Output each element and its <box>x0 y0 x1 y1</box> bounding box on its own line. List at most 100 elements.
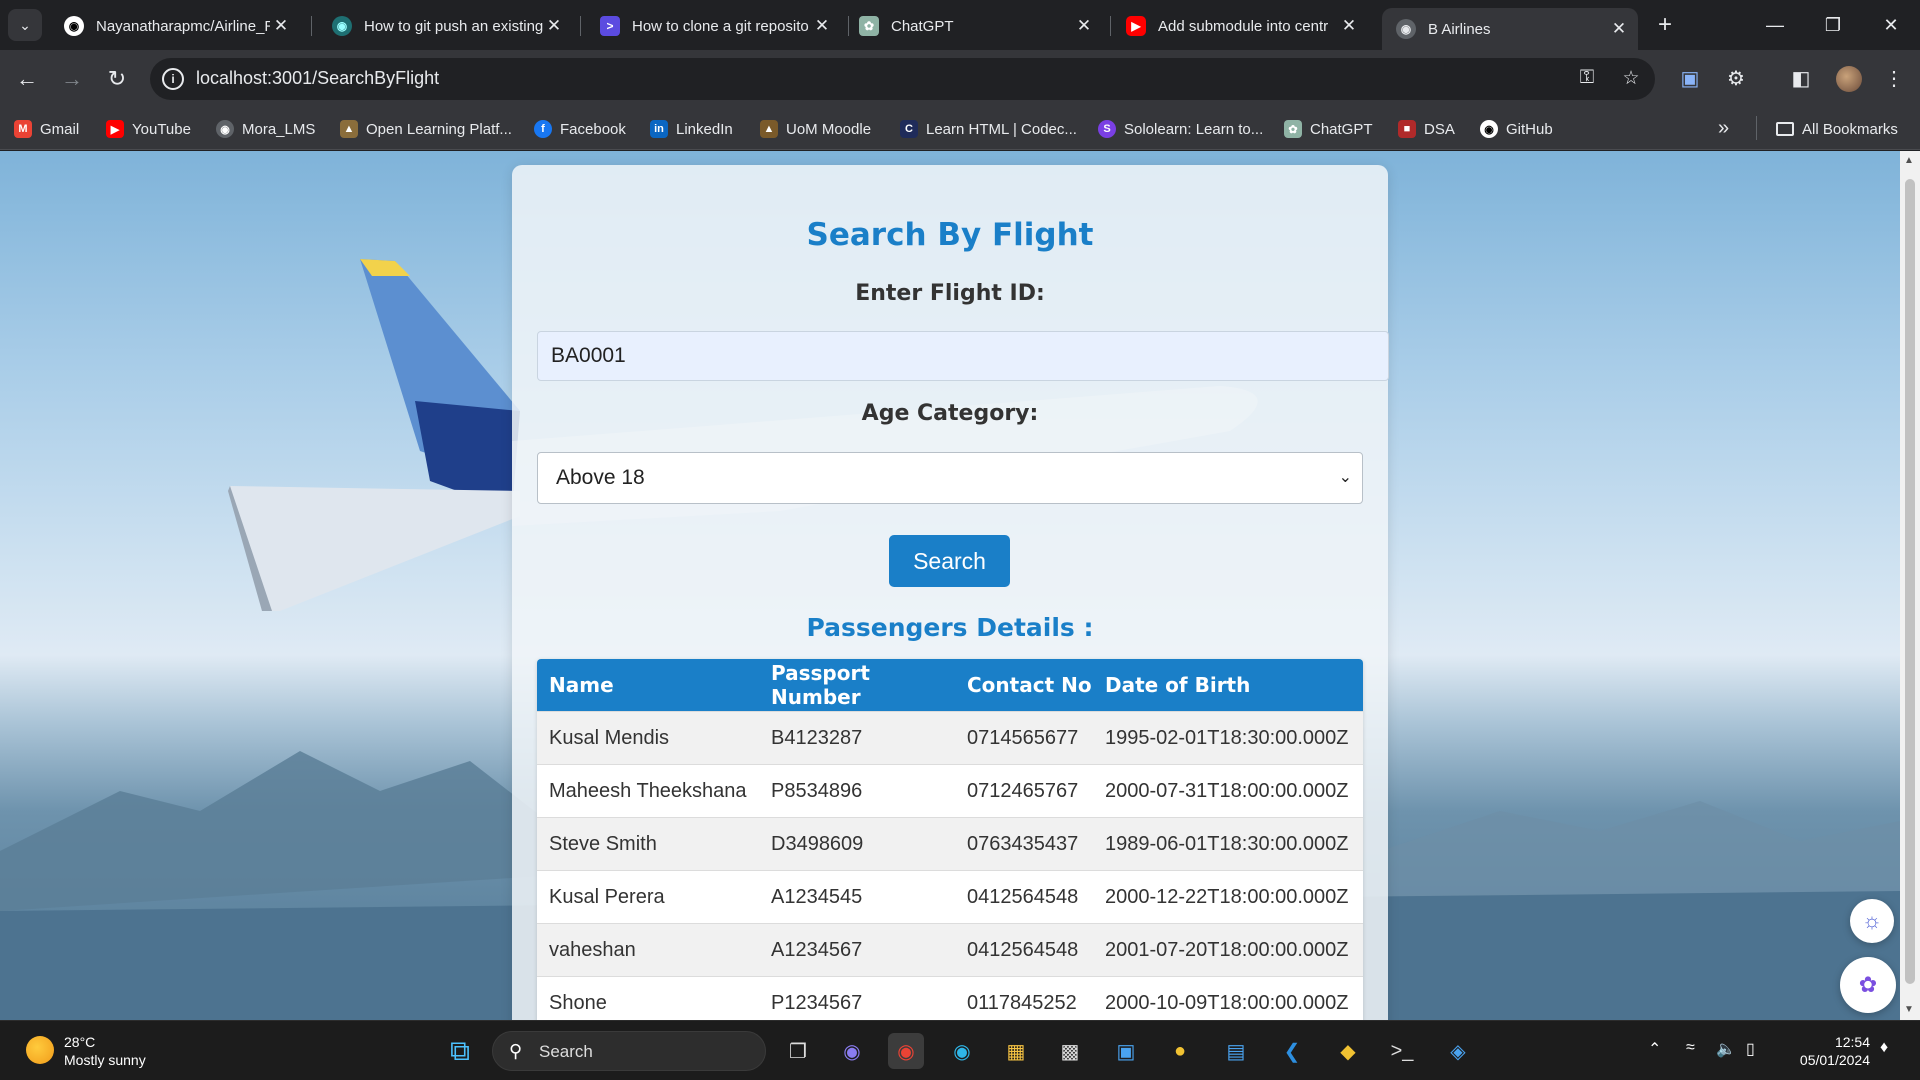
vscode-icon[interactable]: ❮ <box>1274 1033 1310 1069</box>
tab-git-clone[interactable]: > How to clone a git reposito ✕ <box>586 8 841 44</box>
age-category-select[interactable]: Above 18 ⌄ <box>537 452 1363 504</box>
chrome-icon[interactable]: ◉ <box>888 1033 924 1069</box>
page-scrollbar[interactable]: ▲ ▼ <box>1900 151 1920 1020</box>
ai-assistant-icon[interactable]: ✿ <box>1840 957 1896 1013</box>
codecademy-icon: C <box>900 120 918 138</box>
tab-b-airlines[interactable]: ◉ B Airlines ✕ <box>1382 8 1638 50</box>
tab-github[interactable]: ◉ Nayanatharapmc/Airline_R ✕ <box>50 8 300 44</box>
table-row: Kusal Mendis B4123287 0714565677 1995-02… <box>537 711 1363 764</box>
edge-icon[interactable]: ◉ <box>944 1033 980 1069</box>
restore-icon[interactable]: ❐ <box>1813 10 1853 40</box>
bookmark-facebook[interactable]: f Facebook <box>534 117 626 141</box>
passengers-title: Passengers Details : <box>806 613 1094 642</box>
tab-separator <box>1110 16 1111 36</box>
terminal-app-icon[interactable]: ▩ <box>1052 1033 1088 1069</box>
side-panel-icon[interactable]: ◧ <box>1786 64 1816 94</box>
tab-git-push[interactable]: ◉ How to git push an existing ✕ <box>318 8 573 44</box>
bookmark-open-learning[interactable]: ▲ Open Learning Platf... <box>340 117 512 141</box>
facebook-icon: f <box>534 120 552 138</box>
bookmark-label: YouTube <box>132 120 191 138</box>
extensions-icon[interactable]: ⚙ <box>1721 64 1751 94</box>
close-icon[interactable]: ✕ <box>1608 19 1630 39</box>
weather-sun-icon[interactable] <box>26 1036 54 1064</box>
weather-widget[interactable]: 28°C Mostly sunny <box>64 1033 146 1069</box>
header-contact: Contact No <box>967 673 1092 697</box>
close-icon[interactable]: ✕ <box>1338 16 1360 36</box>
bookmark-chatgpt[interactable]: ✿ ChatGPT <box>1284 117 1373 141</box>
system-clock[interactable]: 12:54 05/01/2024 <box>1770 1033 1870 1069</box>
forward-icon[interactable]: → <box>57 64 87 94</box>
reload-icon[interactable]: ↻ <box>102 64 132 94</box>
bookmark-uom-moodle[interactable]: ▲ UoM Moodle <box>760 117 871 141</box>
profile-avatar[interactable] <box>1836 66 1862 92</box>
bookmark-star-icon[interactable]: ☆ <box>1618 67 1644 91</box>
tab-title: Nayanatharapmc/Airline_R <box>96 17 270 35</box>
notepad-icon[interactable]: ▤ <box>1218 1033 1254 1069</box>
git-icon[interactable]: ◆ <box>1330 1033 1366 1069</box>
scroll-down-icon[interactable]: ▼ <box>1904 1004 1914 1015</box>
screenshot-icon[interactable]: ▣ <box>1675 64 1705 94</box>
bookmark-codecademy[interactable]: C Learn HTML | Codec... <box>900 117 1077 141</box>
tab-chatgpt[interactable]: ✿ ChatGPT ✕ <box>845 8 1103 44</box>
battery-icon[interactable]: ▯ <box>1746 1039 1755 1059</box>
task-view-icon[interactable]: ❐ <box>780 1033 816 1069</box>
address-bar[interactable]: i localhost:3001/SearchByFlight ⚿ ☆ <box>150 58 1655 100</box>
windows-start-icon[interactable]: ⧉ <box>442 1033 478 1069</box>
teams-chat-icon[interactable]: ◉ <box>834 1033 870 1069</box>
close-icon[interactable]: ✕ <box>270 16 292 36</box>
cell-dob: 1989-06-01T18:30:00.000Z <box>1105 832 1349 855</box>
table-header: Name Passport Number Contact No Date of … <box>537 659 1363 711</box>
tab-search-button[interactable]: ⌄ <box>8 9 42 41</box>
tab-title: Add submodule into centr <box>1158 17 1329 35</box>
tips-icon[interactable]: ● <box>1162 1033 1198 1069</box>
bookmark-dsa[interactable]: ■ DSA <box>1398 117 1455 141</box>
taskbar-search-text: Search <box>539 1042 593 1061</box>
mysql-workbench-icon[interactable]: ◈ <box>1440 1033 1476 1069</box>
tab-youtube[interactable]: ▶ Add submodule into centr ✕ <box>1112 8 1368 44</box>
age-category-value: Above 18 <box>556 466 645 489</box>
close-icon[interactable]: ✕ <box>811 16 833 36</box>
cell-name: Kusal Mendis <box>549 726 670 749</box>
command-prompt-icon[interactable]: >_ <box>1384 1033 1420 1069</box>
bookmark-label: Learn HTML | Codec... <box>926 120 1077 138</box>
bookmark-label: GitHub <box>1506 120 1553 138</box>
tray-overflow-icon[interactable]: ⌃ <box>1648 1039 1661 1059</box>
microsoft-store-icon[interactable]: ▣ <box>1108 1033 1144 1069</box>
window-close-icon[interactable]: ✕ <box>1871 10 1911 40</box>
close-icon[interactable]: ✕ <box>543 16 565 36</box>
bookmark-sololearn[interactable]: S Sololearn: Learn to... <box>1098 117 1263 141</box>
globe-icon: ◉ <box>216 120 234 138</box>
all-bookmarks-label: All Bookmarks <box>1802 120 1898 138</box>
bookmark-gmail[interactable]: M Gmail <box>14 117 79 141</box>
scrollbar-thumb[interactable] <box>1905 179 1915 984</box>
wifi-icon[interactable]: ≈ <box>1686 1039 1695 1057</box>
password-key-icon[interactable]: ⚿ <box>1574 67 1600 91</box>
tab-title: How to git push an existing <box>364 17 543 35</box>
bookmark-linkedin[interactable]: in LinkedIn <box>650 117 733 141</box>
notification-bell-icon[interactable]: ♦ <box>1880 1039 1888 1057</box>
cell-name: Steve Smith <box>549 832 657 855</box>
folder-icon <box>1776 122 1794 136</box>
taskbar-search-box[interactable]: ⚲ Search <box>492 1031 766 1071</box>
bookmark-label: Facebook <box>560 120 626 138</box>
all-bookmarks-button[interactable]: All Bookmarks <box>1776 117 1898 141</box>
flight-id-input[interactable]: BA0001 <box>537 331 1389 381</box>
tab-strip: ⌄ ◉ Nayanatharapmc/Airline_R ✕ ◉ How to … <box>0 0 1920 50</box>
volume-icon[interactable]: 🔈 <box>1716 1039 1736 1059</box>
bookmark-youtube[interactable]: ▶ YouTube <box>106 117 191 141</box>
minimize-icon[interactable]: — <box>1755 10 1795 40</box>
bookmark-mora-lms[interactable]: ◉ Mora_LMS <box>216 117 315 141</box>
close-icon[interactable]: ✕ <box>1073 16 1095 36</box>
menu-icon[interactable]: ⋮ <box>1879 64 1909 94</box>
search-button[interactable]: Search <box>889 535 1010 587</box>
file-explorer-icon[interactable]: ▦ <box>998 1033 1034 1069</box>
bookmark-github[interactable]: ◉ GitHub <box>1480 117 1553 141</box>
translate-icon[interactable]: ☼ <box>1850 899 1894 943</box>
back-icon[interactable]: ← <box>12 64 42 94</box>
scroll-up-icon[interactable]: ▲ <box>1904 155 1914 166</box>
site-info-icon[interactable]: i <box>162 68 184 90</box>
new-tab-button[interactable]: + <box>1650 10 1680 40</box>
table-row: Shone P1234567 0117845252 2000-10-09T18:… <box>537 976 1363 1020</box>
more-bookmarks-icon[interactable]: » <box>1718 117 1729 140</box>
url-text[interactable]: localhost:3001/SearchByFlight <box>196 68 439 89</box>
